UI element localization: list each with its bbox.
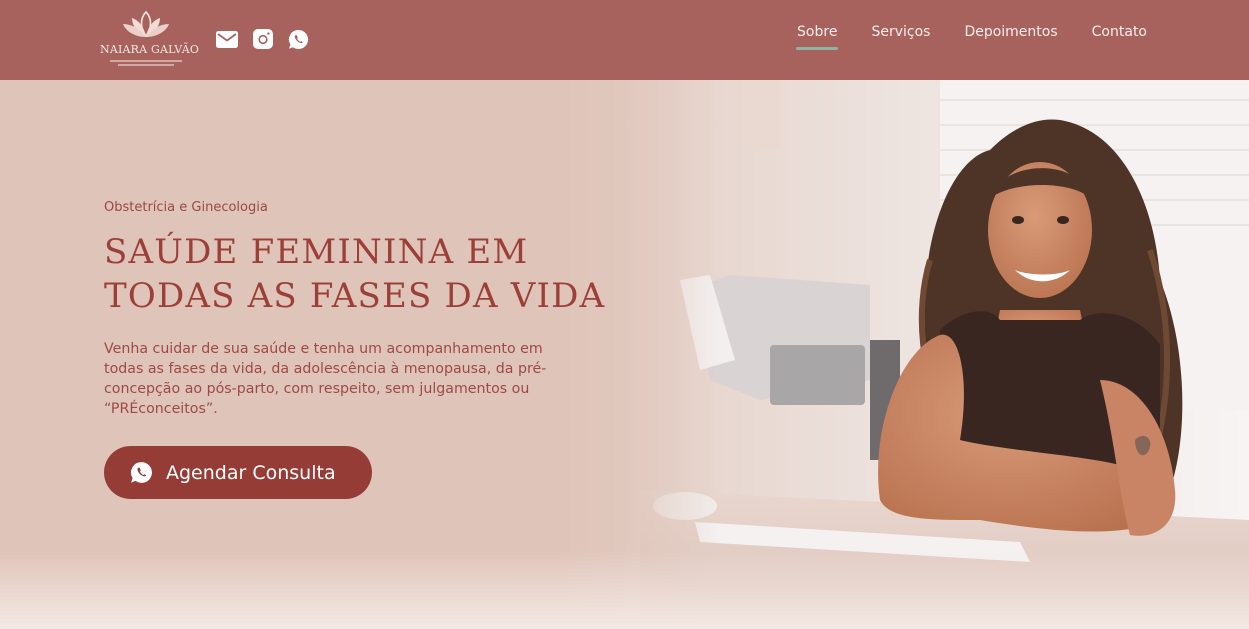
nav-item-depoimentos[interactable]: Depoimentos [964,24,1057,50]
hero-section: Obstetrícia e Ginecologia SAÚDE FEMININA… [0,80,1249,629]
hero-bottom-fade [0,550,1249,629]
instagram-link[interactable] [252,28,274,50]
whatsapp-icon [288,29,308,49]
nav-item-contato[interactable]: Contato [1092,24,1147,50]
schedule-appointment-button[interactable]: Agendar Consulta [104,446,372,499]
site-header: NAIARA GALVÃO Sobre Serviços Depoimentos… [0,0,1249,80]
photo-fade [560,80,720,629]
instagram-icon [253,29,273,49]
hero-lead-text: Venha cuidar de sua saúde e tenha um aco… [104,341,547,417]
schedule-appointment-label: Agendar Consulta [166,461,336,484]
hero-headline: SAÚDE FEMININA EM TODAS AS FASES DA VIDA [104,230,624,318]
lotus-icon [123,10,169,38]
logo-tagline-line [110,60,182,62]
nav-item-servicos[interactable]: Serviços [871,24,930,50]
hero-headline-line1: SAÚDE FEMININA EM [104,232,529,272]
nav-item-sobre[interactable]: Sobre [796,24,839,50]
hero-headline-line2: TODAS AS FASES DA VIDA [104,276,606,316]
whatsapp-icon [131,462,152,483]
logo-tagline-line [118,64,174,66]
logo-name: NAIARA GALVÃO [100,43,200,56]
email-link[interactable] [216,28,238,50]
whatsapp-link[interactable] [287,28,309,50]
mail-icon [216,30,238,48]
logo[interactable]: NAIARA GALVÃO [100,10,200,70]
main-nav: Sobre Serviços Depoimentos Contato [796,24,1147,50]
hero-eyebrow: Obstetrícia e Ginecologia [104,200,268,215]
